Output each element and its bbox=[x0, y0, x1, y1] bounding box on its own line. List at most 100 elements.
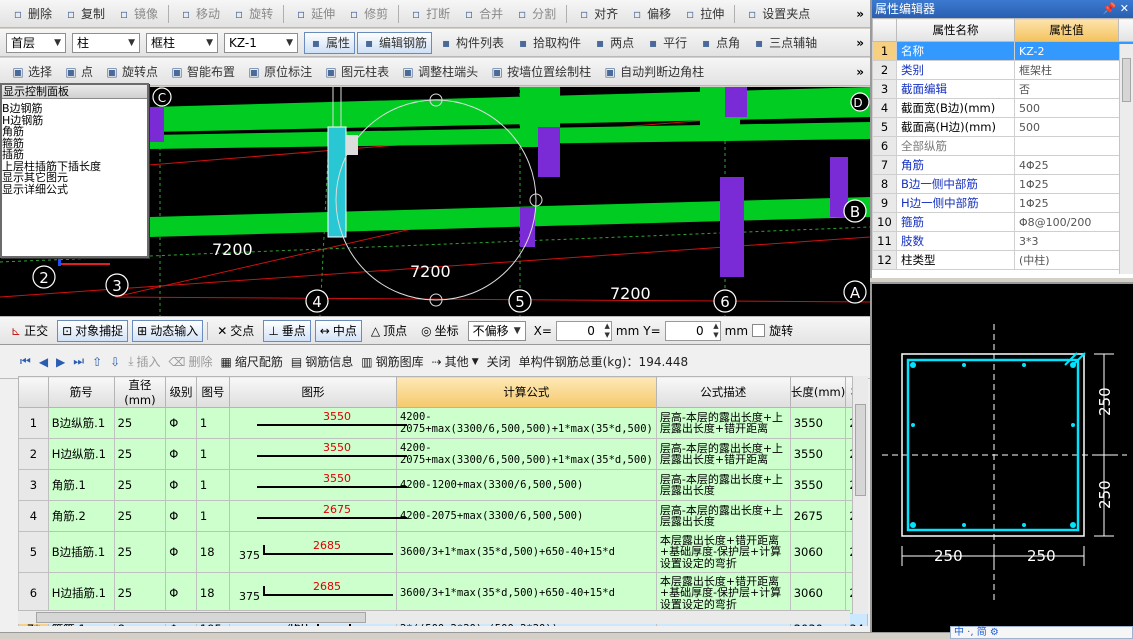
shape-cell[interactable]: 3550 bbox=[228, 469, 407, 501]
auto-corner-column-button[interactable]: ▣ 自动判断边角柱 bbox=[598, 61, 709, 83]
formula-desc-cell[interactable]: 层高-本层的露出长度+上层露出长度 bbox=[655, 500, 791, 532]
diameter-cell[interactable]: 25 bbox=[113, 531, 167, 573]
delete-row-button[interactable]: ⌫ 删除 bbox=[169, 353, 213, 370]
floor-select[interactable]: 首层 ▼ bbox=[6, 32, 66, 53]
property-row[interactable]: 2 类别 框架柱 bbox=[872, 60, 1133, 80]
shape-cell[interactable]: 3550 bbox=[228, 438, 407, 470]
rotate-button[interactable]: ▫ 旋转 bbox=[227, 3, 278, 25]
last-record-icon[interactable]: ⏭ bbox=[73, 354, 84, 369]
diameter-cell[interactable]: 25 bbox=[113, 407, 167, 439]
length-cell[interactable]: 3550 bbox=[789, 469, 847, 501]
grade-cell[interactable]: Φ bbox=[165, 469, 197, 501]
row-number-cell[interactable]: 6 bbox=[18, 572, 49, 614]
pin-icon[interactable]: 📌 bbox=[1103, 2, 1117, 15]
more-chevron-icon[interactable]: » bbox=[856, 36, 870, 50]
move-down-icon[interactable]: ⇩ bbox=[110, 355, 120, 369]
next-record-icon[interactable]: ▶ bbox=[56, 355, 65, 369]
shape-cell[interactable]: 3550 bbox=[228, 407, 407, 439]
adjust-column-end-button[interactable]: ▣ 调整柱端头 bbox=[396, 61, 483, 83]
property-value-cell[interactable]: 3*3 bbox=[1014, 231, 1133, 251]
rebar-name-cell[interactable]: H边插筋.1 bbox=[47, 572, 115, 614]
rotate-checkbox[interactable] bbox=[752, 324, 766, 337]
formula-cell[interactable]: 3600/3+1*max(35*d,500)+650-40+15*d bbox=[395, 572, 657, 614]
formula-cell[interactable]: 4200-2075+max(3300/6,500,500)+1*max(35*d… bbox=[395, 407, 657, 439]
move-button[interactable]: ▫ 移动 bbox=[174, 3, 225, 25]
formula-desc-cell[interactable]: 层高-本层的露出长度+上层露出长度+错开距离 bbox=[655, 438, 791, 470]
figure-no-cell[interactable]: 18 bbox=[195, 531, 230, 573]
more-chevron-icon[interactable]: » bbox=[856, 7, 870, 21]
row-number-cell[interactable]: 5 bbox=[18, 531, 49, 573]
length-cell[interactable]: 3550 bbox=[789, 438, 847, 470]
offset-select[interactable]: 不偏移 ▼ bbox=[467, 320, 526, 341]
formula-cell[interactable]: 4200-2075+max(3300/6,500,500) bbox=[395, 500, 657, 532]
y-input[interactable]: 0 ▲ ▼ bbox=[664, 320, 721, 341]
figure-no-cell[interactable]: 18 bbox=[195, 572, 230, 614]
delete-button[interactable]: ▫ 删除 bbox=[6, 3, 57, 25]
grip-button[interactable]: ▫ 设置夹点 bbox=[740, 3, 815, 25]
property-row[interactable]: 10 箍筋 Φ8@100/200 bbox=[872, 212, 1133, 232]
figure-no-cell[interactable]: 1 bbox=[195, 438, 230, 470]
prev-record-icon[interactable]: ◀ bbox=[39, 355, 48, 369]
split-button[interactable]: ▫ 分割 bbox=[510, 3, 561, 25]
formula-cell[interactable]: 4200-2075+max(3300/6,500,500)+1*max(35*d… bbox=[395, 438, 657, 470]
point-angle-button[interactable]: ▪ 点角 bbox=[694, 32, 745, 54]
row-number-cell[interactable]: 4 bbox=[18, 500, 49, 532]
align-button[interactable]: ▫ 对齐 bbox=[572, 3, 623, 25]
row-number-cell[interactable]: 1 bbox=[18, 407, 49, 439]
other-menu-button[interactable]: ⇢ 其他 ▼ bbox=[432, 353, 479, 370]
extend-button[interactable]: ▫ 延伸 bbox=[289, 3, 340, 25]
coord-button[interactable]: ◎ 坐标 bbox=[416, 320, 464, 342]
ortho-button[interactable]: ⊾ 正交 bbox=[6, 320, 53, 342]
stretch-button[interactable]: ▫ 拉伸 bbox=[678, 3, 729, 25]
rebar-info-button[interactable]: ▤ 钢筋信息 bbox=[291, 353, 353, 370]
ime-toolbar[interactable]: 中 ·, 简 ⚙ bbox=[950, 626, 1133, 639]
display-panel-item[interactable]: 插筋 bbox=[2, 149, 147, 161]
subtype-select[interactable]: 框柱 ▼ bbox=[146, 32, 218, 53]
display-panel-item[interactable]: 显示其它图元 bbox=[2, 172, 147, 184]
property-row[interactable]: 4 截面宽(B边)(mm) 500 bbox=[872, 98, 1133, 118]
property-button[interactable]: ▪ 属性 bbox=[304, 31, 356, 54]
shape-cell[interactable]: 2675 bbox=[228, 500, 407, 532]
property-value-cell[interactable]: 否 bbox=[1014, 79, 1133, 99]
edit-rebar-button[interactable]: ▪ 编辑钢筋 bbox=[357, 31, 433, 54]
row-number-cell[interactable]: 2 bbox=[18, 438, 49, 470]
x-input[interactable]: 0 ▲ ▼ bbox=[555, 320, 612, 341]
formula-desc-cell[interactable]: 本层露出长度+错开距离+基础厚度-保护层+计算设置设定的弯折 bbox=[655, 531, 791, 573]
grade-cell[interactable]: Φ bbox=[165, 531, 197, 573]
snap-button[interactable]: ⊡ 对象捕捉 bbox=[57, 319, 129, 342]
property-scrollbar[interactable] bbox=[1119, 44, 1133, 274]
length-cell[interactable]: 2675 bbox=[789, 500, 847, 532]
diameter-cell[interactable]: 25 bbox=[113, 572, 167, 614]
formula-desc-cell[interactable]: 层高-本层的露出长度+上层露出长度 bbox=[655, 469, 791, 501]
property-value-cell[interactable]: 1Φ25 bbox=[1014, 193, 1133, 213]
table-row[interactable]: 2 H边纵筋.1 25 Φ 1 3550 4200-2075+max(3300/6,500,… bbox=[18, 438, 868, 470]
point-button[interactable]: ▣ 点 bbox=[59, 61, 98, 83]
table-row[interactable]: 4 角筋.2 25 Φ 1 2675 4200-2075+max(3300/6,500,50… bbox=[18, 500, 868, 532]
formula-cell[interactable]: 3600/3+1*max(35*d,500)+650-40+15*d bbox=[395, 531, 657, 573]
dynamic-input-button[interactable]: ⊞ 动态输入 bbox=[132, 319, 204, 342]
formula-cell[interactable]: 4200-1200+max(3300/6,500,500) bbox=[395, 469, 657, 501]
table-row[interactable]: 1 B边纵筋.1 25 Φ 1 3550 4200-2075+max(3300/6,500,… bbox=[18, 407, 868, 439]
property-value-cell[interactable]: 1Φ25 bbox=[1014, 174, 1133, 194]
table-row[interactable]: 6 H边插筋.1 25 Φ 18 375 2685 3600/3+1*max(35*d,500… bbox=[18, 572, 868, 614]
parallel-button[interactable]: ▪ 平行 bbox=[641, 32, 692, 54]
display-panel-item[interactable]: B边钢筋 bbox=[2, 103, 147, 115]
property-value-cell[interactable]: Φ8@100/200 bbox=[1014, 212, 1133, 232]
display-panel-item[interactable]: 显示详细公式 bbox=[2, 183, 147, 196]
perp-button[interactable]: ⊥ 垂点 bbox=[263, 319, 311, 342]
close-button[interactable]: 关闭 bbox=[487, 353, 511, 370]
more-chevron-icon[interactable]: » bbox=[856, 65, 870, 79]
select-button[interactable]: ▣ 选择 bbox=[6, 61, 57, 83]
property-row[interactable]: 12 柱类型 (中柱) bbox=[872, 250, 1133, 270]
property-value-cell[interactable]: 500 bbox=[1014, 98, 1133, 118]
property-value-cell[interactable]: 500 bbox=[1014, 117, 1133, 137]
rebar-name-cell[interactable]: B边插筋.1 bbox=[47, 531, 115, 573]
grade-cell[interactable]: Φ bbox=[165, 438, 197, 470]
property-value-cell[interactable]: (中柱) bbox=[1014, 250, 1133, 270]
midpoint-button[interactable]: ↔ 中点 bbox=[314, 319, 362, 342]
rebar-table-scrollbar[interactable] bbox=[852, 376, 868, 614]
draw-by-wall-button[interactable]: ▣ 按墙位置绘制柱 bbox=[485, 61, 596, 83]
rebar-name-cell[interactable]: B边纵筋.1 bbox=[47, 407, 115, 439]
rotate-point-button[interactable]: ▣ 旋转点 bbox=[100, 61, 163, 83]
vertex-button[interactable]: △ 顶点 bbox=[366, 320, 412, 342]
